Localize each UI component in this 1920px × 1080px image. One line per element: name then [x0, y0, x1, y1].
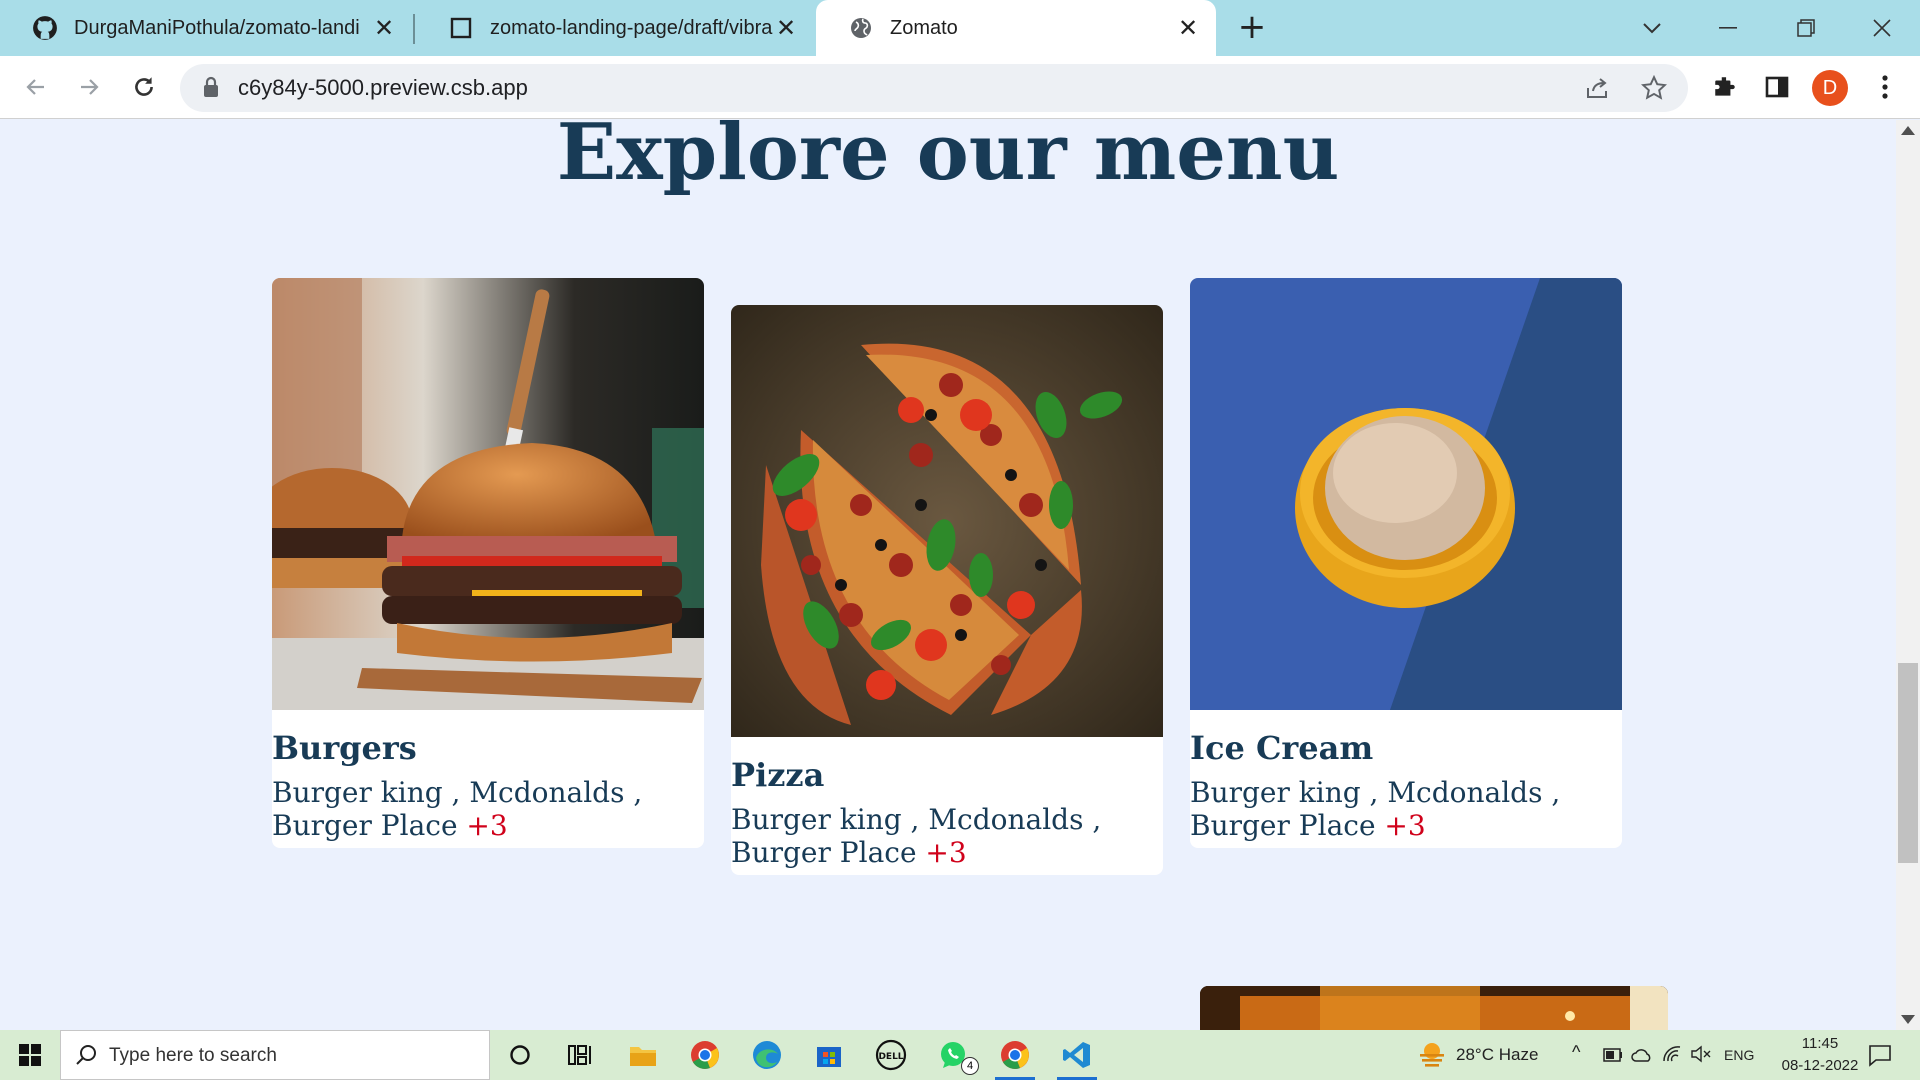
- tab-zomato[interactable]: Zomato ✕: [816, 0, 1216, 56]
- svg-text:DELL: DELL: [878, 1052, 903, 1062]
- card-description: Burger king , Mcdonalds , Burger Place +…: [272, 768, 704, 848]
- tab-separator: [413, 14, 415, 44]
- windows-start-icon[interactable]: [10, 1035, 50, 1075]
- url-text[interactable]: c6y84y-5000.preview.csb.app: [238, 75, 528, 101]
- chrome-icon[interactable]: [685, 1035, 725, 1075]
- notification-badge: 4: [961, 1057, 979, 1075]
- weather-haze-icon[interactable]: [1412, 1035, 1452, 1075]
- clock-date[interactable]: 08-12-2022: [1766, 1057, 1874, 1074]
- battery-icon[interactable]: [1603, 1047, 1623, 1066]
- chevron-up-icon[interactable]: ^: [1572, 1042, 1580, 1063]
- task-view-icon[interactable]: [560, 1035, 600, 1075]
- restore-button[interactable]: [1786, 8, 1826, 48]
- back-button[interactable]: [15, 66, 57, 108]
- tab-title: Zomato: [890, 16, 958, 39]
- chrome-active-icon[interactable]: [995, 1035, 1035, 1075]
- more-count: +3: [925, 836, 967, 869]
- close-icon[interactable]: ✕: [772, 14, 800, 42]
- scroll-up-arrow-icon[interactable]: [1901, 126, 1915, 135]
- card-description: Burger king , Mcdonalds , Burger Place +…: [731, 795, 1163, 875]
- globe-icon: [848, 15, 874, 41]
- scroll-down-arrow-icon[interactable]: [1901, 1015, 1915, 1024]
- extensions-icon[interactable]: [1704, 66, 1746, 108]
- search-icon: [75, 1044, 97, 1070]
- notification-center-icon[interactable]: [1868, 1043, 1892, 1071]
- taskbar-search-box[interactable]: Type here to search: [60, 1030, 490, 1080]
- menu-card-pizza[interactable]: Pizza Burger king , Mcdonalds , Burger P…: [731, 305, 1163, 875]
- onedrive-cloud-icon[interactable]: [1631, 1047, 1653, 1066]
- github-icon: [32, 15, 58, 41]
- vscode-icon[interactable]: [1057, 1035, 1097, 1075]
- tab-title: zomato-landing-page/draft/vibra: [490, 16, 773, 39]
- reload-button[interactable]: [123, 66, 165, 108]
- forward-button[interactable]: [68, 66, 110, 108]
- address-bar[interactable]: c6y84y-5000.preview.csb.app: [180, 64, 1688, 112]
- more-count: +3: [466, 809, 508, 842]
- search-placeholder[interactable]: Type here to search: [109, 1045, 277, 1067]
- page-scrollbar[interactable]: [1896, 120, 1920, 1030]
- page-viewport: Explore our menu Burgers Burger king , M…: [0, 120, 1896, 1030]
- restaurant-list: Burger king , Mcdonalds , Burger Place: [1190, 776, 1561, 842]
- wifi-icon[interactable]: [1662, 1045, 1682, 1067]
- tab-search-chevron-icon[interactable]: [1632, 8, 1672, 48]
- cortana-icon[interactable]: [500, 1035, 540, 1075]
- clock-time[interactable]: 11:45: [1790, 1035, 1850, 1052]
- close-window-button[interactable]: [1862, 8, 1902, 48]
- close-icon[interactable]: ✕: [370, 14, 398, 42]
- card-title: Pizza: [731, 756, 825, 794]
- language-indicator[interactable]: ENG: [1724, 1047, 1754, 1063]
- tab-codesandbox[interactable]: zomato-landing-page/draft/vibra ✕: [416, 0, 814, 56]
- section-title: Explore our menu: [556, 120, 1340, 198]
- close-icon[interactable]: ✕: [1174, 14, 1202, 42]
- profile-avatar[interactable]: D: [1812, 70, 1848, 106]
- browser-tab-strip: DurgaManiPothula/zomato-landi ✕ zomato-l…: [0, 0, 1920, 56]
- new-tab-button[interactable]: +: [1236, 10, 1268, 44]
- scroll-thumb[interactable]: [1898, 663, 1918, 863]
- edge-icon[interactable]: [747, 1035, 787, 1075]
- dell-icon[interactable]: DELL: [871, 1035, 911, 1075]
- card-description: Burger king , Mcdonalds , Burger Place +…: [1190, 768, 1622, 848]
- minimize-button[interactable]: [1708, 8, 1748, 48]
- lock-icon[interactable]: [202, 76, 220, 102]
- more-count: +3: [1384, 809, 1426, 842]
- restaurant-list: Burger king , Mcdonalds , Burger Place: [731, 803, 1102, 869]
- burger-photo: [272, 278, 704, 710]
- tab-title: DurgaManiPothula/zomato-landi: [74, 16, 360, 39]
- restaurant-photo: [1200, 986, 1668, 1030]
- menu-card-ice-cream[interactable]: Ice Cream Burger king , Mcdonalds , Burg…: [1190, 278, 1622, 848]
- menu-kebab-icon[interactable]: [1864, 66, 1906, 108]
- ice-cream-photo: [1190, 278, 1622, 710]
- menu-card-burgers[interactable]: Burgers Burger king , Mcdonalds , Burger…: [272, 278, 704, 848]
- share-icon[interactable]: [1580, 70, 1616, 106]
- card-title: Burgers: [272, 729, 417, 767]
- bookmark-star-icon[interactable]: [1636, 70, 1672, 106]
- microsoft-store-icon[interactable]: [809, 1035, 849, 1075]
- tab-github[interactable]: DurgaManiPothula/zomato-landi ✕: [0, 0, 412, 56]
- speaker-muted-icon[interactable]: [1690, 1045, 1712, 1067]
- whatsapp-icon[interactable]: 4: [933, 1035, 979, 1075]
- side-panel-icon[interactable]: [1756, 66, 1798, 108]
- card-title: Ice Cream: [1190, 729, 1374, 767]
- codesandbox-icon: [448, 15, 474, 41]
- windows-taskbar: Type here to search DELL 4 28°C Haze ^ E…: [0, 1030, 1920, 1080]
- restaurant-list: Burger king , Mcdonalds , Burger Place: [272, 776, 643, 842]
- file-explorer-icon[interactable]: [623, 1035, 663, 1075]
- pizza-photo: [731, 305, 1163, 737]
- weather-text[interactable]: 28°C Haze: [1456, 1045, 1538, 1065]
- browser-toolbar: c6y84y-5000.preview.csb.app D: [0, 56, 1920, 119]
